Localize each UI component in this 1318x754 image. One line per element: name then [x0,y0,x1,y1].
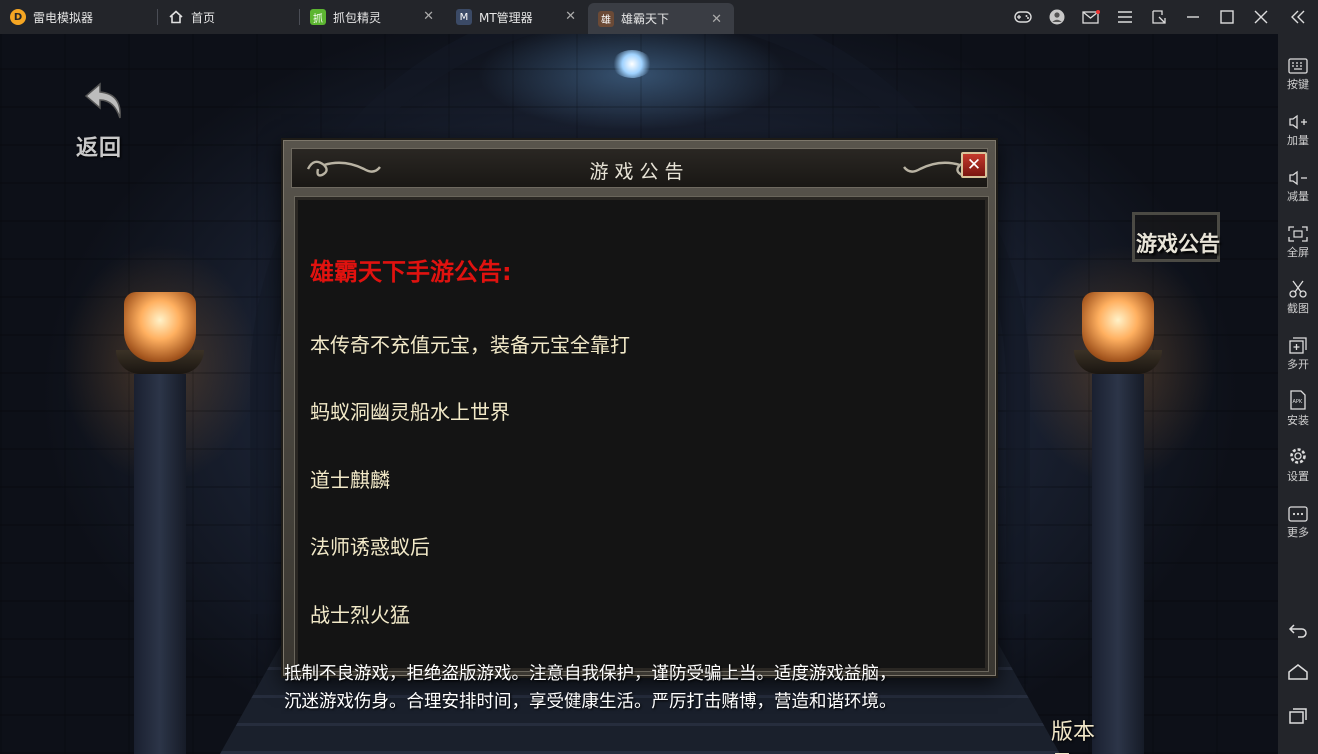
tab-home[interactable]: 首页 [158,0,300,34]
packet-capture-app-icon: 抓 [310,9,326,25]
gear-icon [1288,440,1308,466]
notice-line: 本传奇不充值元宝，装备元宝全靠打 [310,333,630,357]
back-button[interactable]: 返回 [72,80,136,161]
more-icon [1288,496,1308,522]
dialog-title: 游戏公告 [589,161,690,183]
sidebar-item-keymap[interactable]: 按键 [1278,48,1318,98]
collapse-sidebar-icon[interactable] [1278,0,1318,34]
close-tab-icon[interactable]: ✕ [423,10,434,24]
tab-home-label: 首页 [191,10,216,25]
tab-game[interactable]: 雄 雄霸天下 ✕ [588,3,734,34]
back-label: 返回 [76,136,123,161]
sidebar-item-settings[interactable]: 设置 [1278,440,1318,490]
notice-line: 道士麒麟 [310,468,390,492]
resize-window-icon[interactable] [1142,0,1176,34]
back-arrow-icon [84,82,121,119]
health-notice-line: 抵制不良游戏，拒绝盗版游戏。注意自我保护，谨防受骗上当。适度游戏益脑， [284,664,897,684]
svg-text:APK: APK [1293,399,1303,405]
tab-packet-capture[interactable]: 抓 抓包精灵 ✕ [300,0,446,34]
gamepad-icon[interactable] [1006,0,1040,34]
volume-up-icon [1288,104,1308,130]
notice-line: 法师诱惑蚁后 [310,535,430,559]
emulator-sidebar: 按键 加量 减量 全屏 截图 多开 APK 安装 设置 更多 [1278,34,1318,754]
volume-down-icon [1288,160,1308,186]
window-controls [1006,0,1318,34]
sidebar-item-multi-instance[interactable]: 多开 [1278,328,1318,378]
close-icon: ✕ [966,155,982,175]
scissors-icon [1288,272,1308,298]
game-notice-label: 游戏公告 [1136,232,1220,256]
tab-mt-manager[interactable]: M MT管理器 ✕ [446,0,588,34]
menu-icon[interactable] [1108,0,1142,34]
user-avatar-icon[interactable] [1040,0,1074,34]
apk-install-icon: APK [1289,384,1307,410]
back-icon[interactable] [1288,620,1308,640]
recent-apps-icon[interactable] [1288,706,1308,726]
maximize-icon[interactable] [1210,0,1244,34]
home-icon [168,9,184,25]
dialog-header: 游戏公告 [291,148,988,188]
sidebar-item-more[interactable]: 更多 [1278,496,1318,546]
keyboard-icon [1288,48,1308,74]
sidebar-item-fullscreen[interactable]: 全屏 [1278,216,1318,266]
sidebar-item-volume-down[interactable]: 减量 [1278,160,1318,210]
game-app-icon: 雄 [598,10,614,27]
glowing-orb [612,50,652,78]
title-bar: D 雷电模拟器 首页 抓 抓包精灵 ✕ M MT管理器 ✕ 雄 雄霸天下 ✕ [0,0,1318,34]
app-name: 雷电模拟器 [33,10,94,25]
tab-packet-capture-label: 抓包精灵 [333,10,382,25]
version-number: 版本号:1.6.0801.2437 [1051,720,1241,754]
tab-mt-manager-label: MT管理器 [479,10,533,25]
close-icon[interactable] [1244,0,1278,34]
notice-line: 战士烈火猛 [310,603,410,627]
health-gaming-notice: 抵制不良游戏，拒绝盗版游戏。注意自我保护，谨防受骗上当。适度游戏益脑， 沉迷游戏… [284,660,1004,716]
sidebar-item-screenshot[interactable]: 截图 [1278,272,1318,322]
game-viewport[interactable]: 返回 游戏公告 游戏公告 ✕ 雄霸天下手游公告: 本传奇不充值元宝，装备元宝全靠… [0,34,1278,754]
announcement-dialog: 游戏公告 ✕ 雄霸天下手游公告: 本传奇不充值元宝，装备元宝全靠打 蚂蚁洞幽灵船… [281,138,998,678]
notice-line: 蚂蚁洞幽灵船水上世界 [310,400,510,424]
app-title: D 雷电模拟器 [0,0,158,34]
health-notice-line: 沉迷游戏伤身。合理安排时间，享受健康生活。严厉打击赌博，营造和谐环境。 [284,692,897,712]
sidebar-item-install-apk[interactable]: APK 安装 [1278,384,1318,434]
leidian-logo-icon: D [10,9,26,25]
tab-game-label: 雄霸天下 [621,12,670,26]
game-notice-button[interactable]: 游戏公告 [1128,206,1228,266]
notice-heading: 雄霸天下手游公告: [310,258,512,286]
multi-instance-icon [1288,328,1308,354]
minimize-icon[interactable] [1176,0,1210,34]
close-tab-icon[interactable]: ✕ [565,10,576,24]
dialog-content: 雄霸天下手游公告: 本传奇不充值元宝，装备元宝全靠打 蚂蚁洞幽灵船水上世界 道士… [295,197,988,671]
home-icon[interactable] [1288,662,1308,682]
sidebar-item-volume-up[interactable]: 加量 [1278,104,1318,154]
dialog-close-button[interactable]: ✕ [961,152,987,178]
close-tab-icon[interactable]: ✕ [711,13,722,27]
fullscreen-icon [1288,216,1308,242]
mail-icon[interactable] [1074,0,1108,34]
mt-manager-app-icon: M [456,9,472,25]
